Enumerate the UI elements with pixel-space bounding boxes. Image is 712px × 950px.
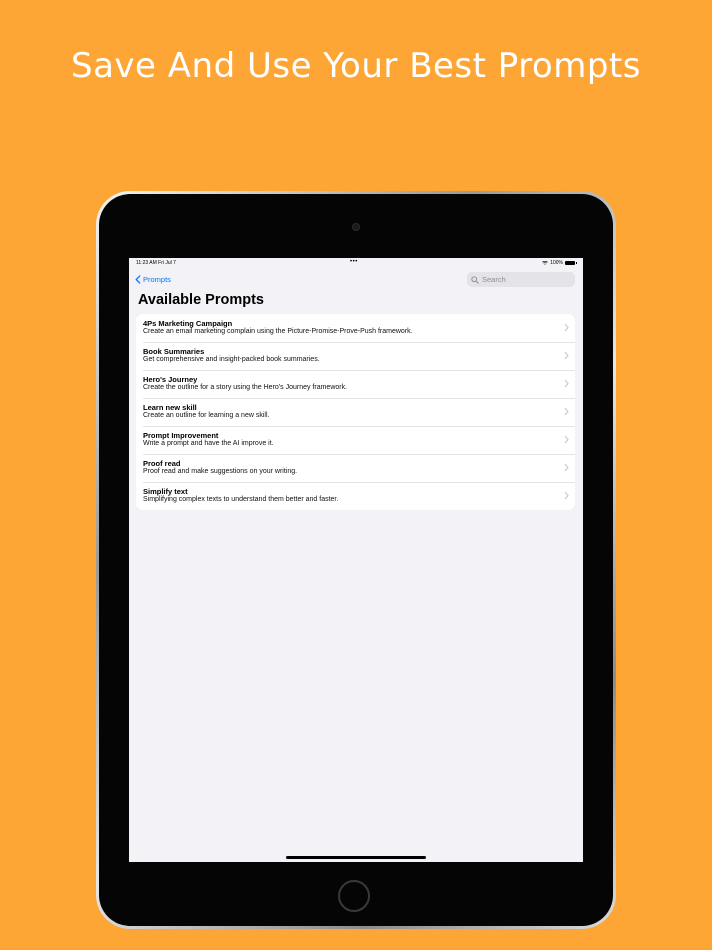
prompt-row[interactable]: Simplify text Simplifying complex texts … [136, 482, 575, 510]
wifi-icon [542, 261, 548, 265]
app-screen: 11:23 AM Fri Jul 7 ••• 100% Prompts Avai… [129, 258, 583, 862]
prompt-title: Proof read [143, 459, 181, 468]
search-input[interactable] [482, 275, 572, 284]
prompt-description: Proof read and make suggestions on your … [143, 468, 298, 475]
chevron-right-icon [564, 463, 569, 472]
home-button[interactable] [338, 880, 370, 912]
chevron-right-icon [564, 491, 569, 500]
prompt-row[interactable]: 4Ps Marketing Campaign Create an email m… [136, 314, 575, 342]
prompt-row[interactable]: Hero's Journey Create the outline for a … [136, 370, 575, 398]
multitasking-dots[interactable]: ••• [350, 259, 358, 265]
prompt-description: Create the outline for a story using the… [143, 384, 348, 391]
chevron-right-icon [564, 379, 569, 388]
battery-percent: 100% [550, 260, 563, 266]
chevron-right-icon [564, 435, 569, 444]
chevron-left-icon [135, 274, 141, 284]
marketing-headline: Save And Use Your Best Prompts [71, 46, 641, 86]
status-time: 11:23 AM Fri Jul 7 [136, 260, 176, 266]
front-camera [352, 223, 360, 231]
prompt-row[interactable]: Book Summaries Get comprehensive and ins… [136, 342, 575, 370]
search-field[interactable] [467, 272, 575, 287]
prompt-row[interactable]: Proof read Proof read and make suggestio… [136, 454, 575, 482]
prompt-title: 4Ps Marketing Campaign [143, 319, 233, 328]
chevron-right-icon [564, 323, 569, 332]
back-button[interactable]: Prompts [135, 273, 171, 285]
prompt-title: Prompt Improvement [143, 431, 219, 440]
home-indicator[interactable] [286, 856, 426, 859]
prompt-description: Simplifying complex texts to understand … [143, 496, 339, 503]
prompt-title: Hero's Journey [143, 375, 198, 384]
status-indicators: 100% [542, 260, 577, 266]
prompt-title: Simplify text [143, 487, 188, 496]
prompt-title: Book Summaries [143, 347, 205, 356]
search-icon [471, 275, 479, 284]
battery-icon [565, 261, 577, 265]
status-bar: 11:23 AM Fri Jul 7 ••• 100% [129, 258, 583, 267]
prompt-row[interactable]: Prompt Improvement Write a prompt and ha… [136, 426, 575, 454]
prompt-description: Create an email marketing complain using… [143, 328, 413, 335]
chevron-right-icon [564, 407, 569, 416]
prompt-description: Create an outline for learning a new ski… [143, 412, 270, 419]
chevron-right-icon [564, 351, 569, 360]
prompt-title: Learn new skill [143, 403, 197, 412]
prompt-description: Write a prompt and have the AI improve i… [143, 440, 274, 447]
prompt-row[interactable]: Learn new skill Create an outline for le… [136, 398, 575, 426]
prompt-description: Get comprehensive and insight-packed boo… [143, 356, 320, 363]
page-title: Available Prompts [138, 292, 264, 308]
prompt-list: 4Ps Marketing Campaign Create an email m… [136, 314, 575, 510]
back-button-label: Prompts [143, 274, 171, 284]
